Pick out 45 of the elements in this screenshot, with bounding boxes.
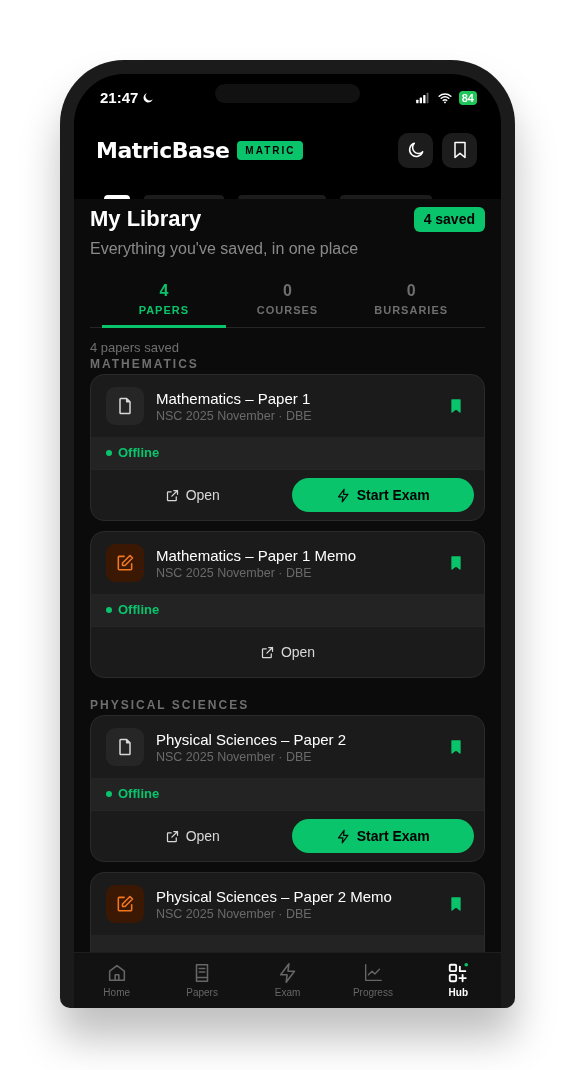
offline-status: Offline <box>118 785 160 804</box>
app-logo: MatricBase <box>96 136 230 165</box>
bookmark-icon[interactable] <box>448 738 464 756</box>
theme-button[interactable] <box>398 132 433 168</box>
pencil-square-icon <box>115 553 135 573</box>
open-button[interactable]: Open <box>101 635 474 669</box>
tab[interactable]: 0 COURSES <box>225 281 350 328</box>
clock-time: 21:47 <box>100 87 139 108</box>
lightning-icon <box>335 487 351 503</box>
bookmarks-button[interactable] <box>442 132 477 168</box>
summary-text: 4 papers saved <box>90 340 180 356</box>
plan-badge: MATRIC <box>237 140 304 160</box>
pencil-square-icon <box>115 894 135 914</box>
offline-status: Offline <box>118 601 160 620</box>
bookmark-icon[interactable] <box>448 554 464 572</box>
external-link-icon <box>164 828 180 844</box>
paper-meta: NSC 2025 November · DBE <box>156 905 313 922</box>
page-subtitle: Everything you've saved, in one place <box>90 239 360 259</box>
nav-tab[interactable]: Hub <box>415 953 501 1008</box>
wifi-icon <box>435 91 454 105</box>
paper-title: Physical Sciences – Paper 2 <box>156 729 348 749</box>
offline-status: Offline <box>118 444 160 463</box>
bookmark-icon[interactable] <box>448 895 464 913</box>
bookmark-icon[interactable] <box>448 397 464 415</box>
saved-count-badge: 4 saved <box>413 206 485 232</box>
paper-meta: NSC 2025 November · DBE <box>156 748 313 765</box>
start-exam-button[interactable]: Start Exam <box>291 819 474 853</box>
external-link-icon <box>259 644 275 660</box>
paper-title: Physical Sciences – Paper 2 Memo <box>156 886 393 906</box>
lightning-icon <box>335 828 351 844</box>
paper-meta: NSC 2025 November · DBE <box>156 564 313 581</box>
paper-title: Mathematics – Paper 1 Memo <box>156 545 358 565</box>
external-link-icon <box>164 487 180 503</box>
start-exam-button[interactable]: Start Exam <box>291 478 474 512</box>
grid-plus-icon <box>447 962 470 984</box>
filter-chip[interactable] <box>104 195 130 199</box>
open-button[interactable]: Open <box>101 819 284 853</box>
paper-meta: NSC 2025 November · DBE <box>156 407 313 424</box>
section-heading: PHYSICAL SCIENCES <box>90 697 251 713</box>
open-button[interactable]: Open <box>101 478 284 512</box>
tab[interactable]: 0 BURSARIES <box>349 281 473 328</box>
battery-level: 84 <box>458 91 477 105</box>
section-heading: MATHEMATICS <box>90 356 200 372</box>
paper-title: Mathematics – Paper 1 <box>156 388 312 408</box>
page-title: My Library <box>90 205 202 233</box>
